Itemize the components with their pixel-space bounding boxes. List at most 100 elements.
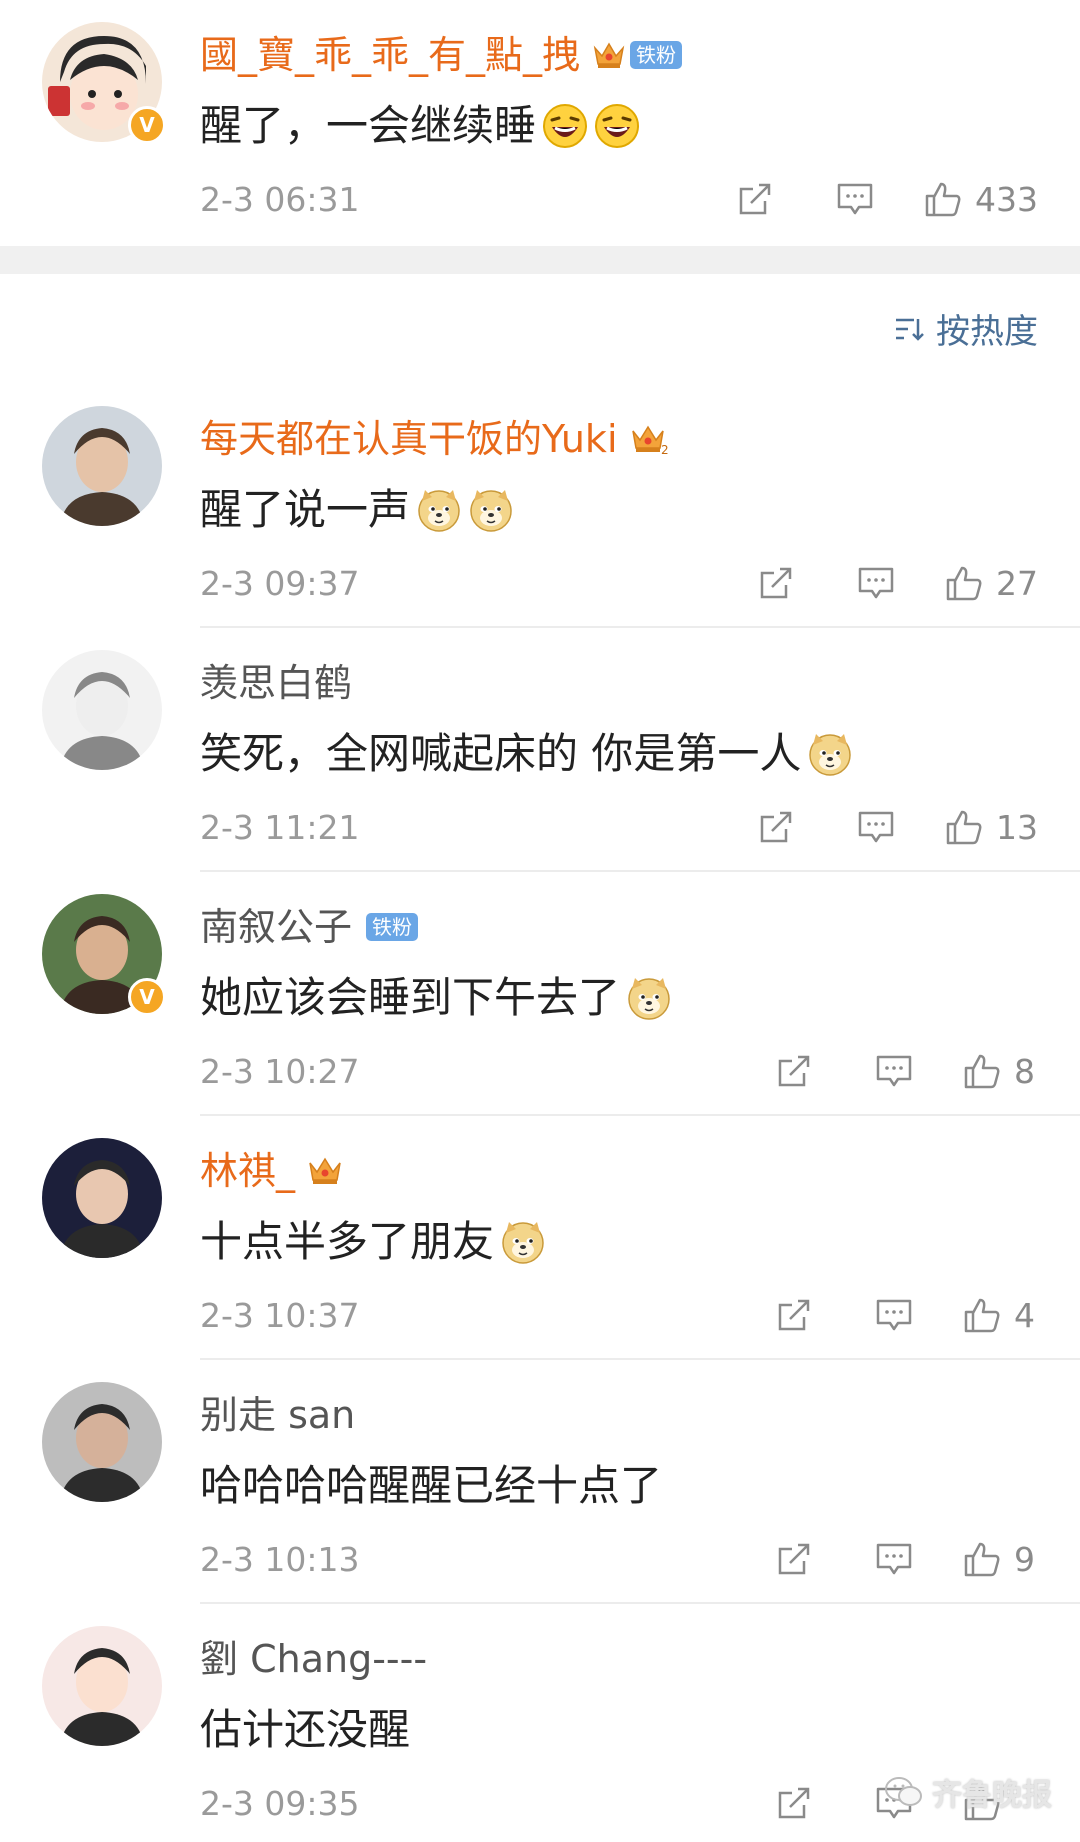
comment-item: V 南叙公子 铁粉她应该会睡到下午去了 2-3 10:27 8 xyxy=(0,872,1080,1116)
like-count: 8 xyxy=(1014,1051,1035,1091)
share-icon xyxy=(760,567,792,599)
like-count: 4 xyxy=(1014,1295,1035,1335)
comment-item: V 國_寶_乖_乖_有_點_拽 铁粉 醒了，一会继续睡 2-3 06:31 43 xyxy=(0,0,1080,246)
username[interactable]: 南叙公子 xyxy=(200,902,352,952)
comment-text: 她应该会睡到下午去了 xyxy=(200,973,621,1022)
doge-emoji-icon xyxy=(416,487,462,533)
reply-button[interactable] xyxy=(874,1539,914,1579)
like-button[interactable]: 433 xyxy=(923,179,1038,219)
share-button[interactable] xyxy=(756,563,796,603)
username[interactable]: 别走 san xyxy=(200,1390,355,1440)
verified-badge: V xyxy=(128,106,166,144)
username[interactable]: 羡思白鹤 xyxy=(200,658,352,708)
comment-time: 2-3 10:27 xyxy=(200,1051,360,1091)
laugh-emoji-icon xyxy=(594,103,640,149)
comment-item: 羡思白鹤 笑死，全网喊起床的 你是第一人 2-3 11:21 13 xyxy=(0,628,1080,872)
comment-icon xyxy=(876,1299,912,1331)
sort-bar: 按热度 xyxy=(0,274,1080,384)
avatar-image xyxy=(42,406,162,526)
comment-time: 2-3 11:21 xyxy=(200,807,360,847)
like-count: 27 xyxy=(996,563,1038,603)
watermark-text: 齐鲁晚报 xyxy=(932,1778,1052,1813)
avatar[interactable] xyxy=(42,650,162,770)
sort-icon xyxy=(894,315,926,343)
crown-icon xyxy=(592,40,626,70)
comment-item: 每天都在认真干饭的Yuki 2 醒了说一声 2-3 09:37 27 xyxy=(0,384,1080,628)
section-separator xyxy=(0,246,1080,274)
share-button[interactable] xyxy=(735,179,775,219)
comment-time: 2-3 10:13 xyxy=(200,1539,360,1579)
avatar[interactable] xyxy=(42,1382,162,1502)
sort-toggle[interactable]: 按热度 xyxy=(894,304,1038,353)
thumbs-up-icon xyxy=(946,566,982,601)
share-icon xyxy=(778,1787,810,1819)
comment-icon xyxy=(876,1543,912,1575)
doge-emoji-icon xyxy=(807,731,853,777)
avatar[interactable] xyxy=(42,406,162,526)
avatar[interactable]: V xyxy=(42,22,166,144)
reply-button[interactable] xyxy=(874,1295,914,1335)
reply-button[interactable] xyxy=(856,807,896,847)
doge-emoji-icon xyxy=(468,487,514,533)
avatar[interactable] xyxy=(42,1138,162,1258)
like-count: 433 xyxy=(975,179,1038,219)
share-button[interactable] xyxy=(774,1051,814,1091)
thumbs-up-icon xyxy=(946,810,982,845)
like-button[interactable]: 27 xyxy=(944,563,1038,603)
comment-time: 2-3 09:37 xyxy=(200,563,360,603)
share-icon xyxy=(778,1055,810,1087)
like-button[interactable]: 13 xyxy=(944,807,1038,847)
doge-emoji-icon xyxy=(626,975,672,1021)
crown-icon: 2 xyxy=(630,422,668,456)
crown-icon xyxy=(307,1154,345,1188)
username[interactable]: 林祺_ xyxy=(200,1146,295,1196)
username[interactable]: 劉 Chang---- xyxy=(200,1634,427,1684)
comment-text: 醒了，一会继续睡 xyxy=(200,101,537,150)
fan-badge: 铁粉 xyxy=(630,41,683,69)
like-button[interactable]: 9 xyxy=(962,1539,1038,1579)
comment-time: 2-3 10:37 xyxy=(200,1295,360,1335)
thumbs-up-icon xyxy=(964,1542,1000,1577)
share-button[interactable] xyxy=(774,1295,814,1335)
thumbs-up-icon xyxy=(964,1298,1000,1333)
comment-icon xyxy=(858,811,894,843)
reply-button[interactable] xyxy=(874,1051,914,1091)
sort-label: 按热度 xyxy=(936,312,1038,352)
comment-icon xyxy=(837,183,873,215)
avatar[interactable] xyxy=(42,1626,162,1746)
fan-badge: 铁粉 xyxy=(366,913,419,941)
thumbs-up-icon xyxy=(964,1054,1000,1089)
like-button[interactable]: 4 xyxy=(962,1295,1038,1335)
comment-item: 林祺_ 十点半多了朋友 2-3 10:37 4 xyxy=(0,1116,1080,1360)
svg-text:2: 2 xyxy=(661,443,668,456)
avatar[interactable]: V xyxy=(42,894,166,1016)
reply-button[interactable] xyxy=(835,179,875,219)
comment-text: 估计还没醒 xyxy=(200,1705,411,1754)
reply-button[interactable] xyxy=(856,563,896,603)
username[interactable]: 每天都在认真干饭的Yuki xyxy=(200,414,618,464)
username[interactable]: 國_寶_乖_乖_有_點_拽 xyxy=(200,30,580,80)
share-button[interactable] xyxy=(756,807,796,847)
comment-text: 醒了说一声 xyxy=(200,485,411,534)
comment-time: 2-3 09:35 xyxy=(200,1783,360,1823)
avatar-image xyxy=(42,1382,162,1502)
comment-text: 十点半多了朋友 xyxy=(200,1217,495,1266)
share-icon xyxy=(778,1543,810,1575)
share-button[interactable] xyxy=(774,1539,814,1579)
comment-time: 2-3 06:31 xyxy=(200,179,360,219)
avatar-image xyxy=(42,1138,162,1258)
doge-emoji-icon xyxy=(500,1219,546,1265)
share-icon xyxy=(739,183,771,215)
verified-badge: V xyxy=(128,978,166,1016)
watermark: 齐鲁晚报 xyxy=(884,1770,1052,1814)
comment-icon xyxy=(876,1055,912,1087)
share-icon xyxy=(760,811,792,843)
share-icon xyxy=(778,1299,810,1331)
comment-item: 别走 san 哈哈哈哈醒醒已经十点了 2-3 10:13 9 xyxy=(0,1360,1080,1604)
like-button[interactable]: 8 xyxy=(962,1051,1038,1091)
comment-list: 每天都在认真干饭的Yuki 2 醒了说一声 2-3 09:37 27 羡思白鹤 笑死，全网喊… xyxy=(0,384,1080,1842)
share-button[interactable] xyxy=(774,1783,814,1823)
avatar-image xyxy=(42,1626,162,1746)
comment-text: 哈哈哈哈醒醒已经十点了 xyxy=(200,1461,663,1510)
wechat-icon xyxy=(884,1775,924,1809)
